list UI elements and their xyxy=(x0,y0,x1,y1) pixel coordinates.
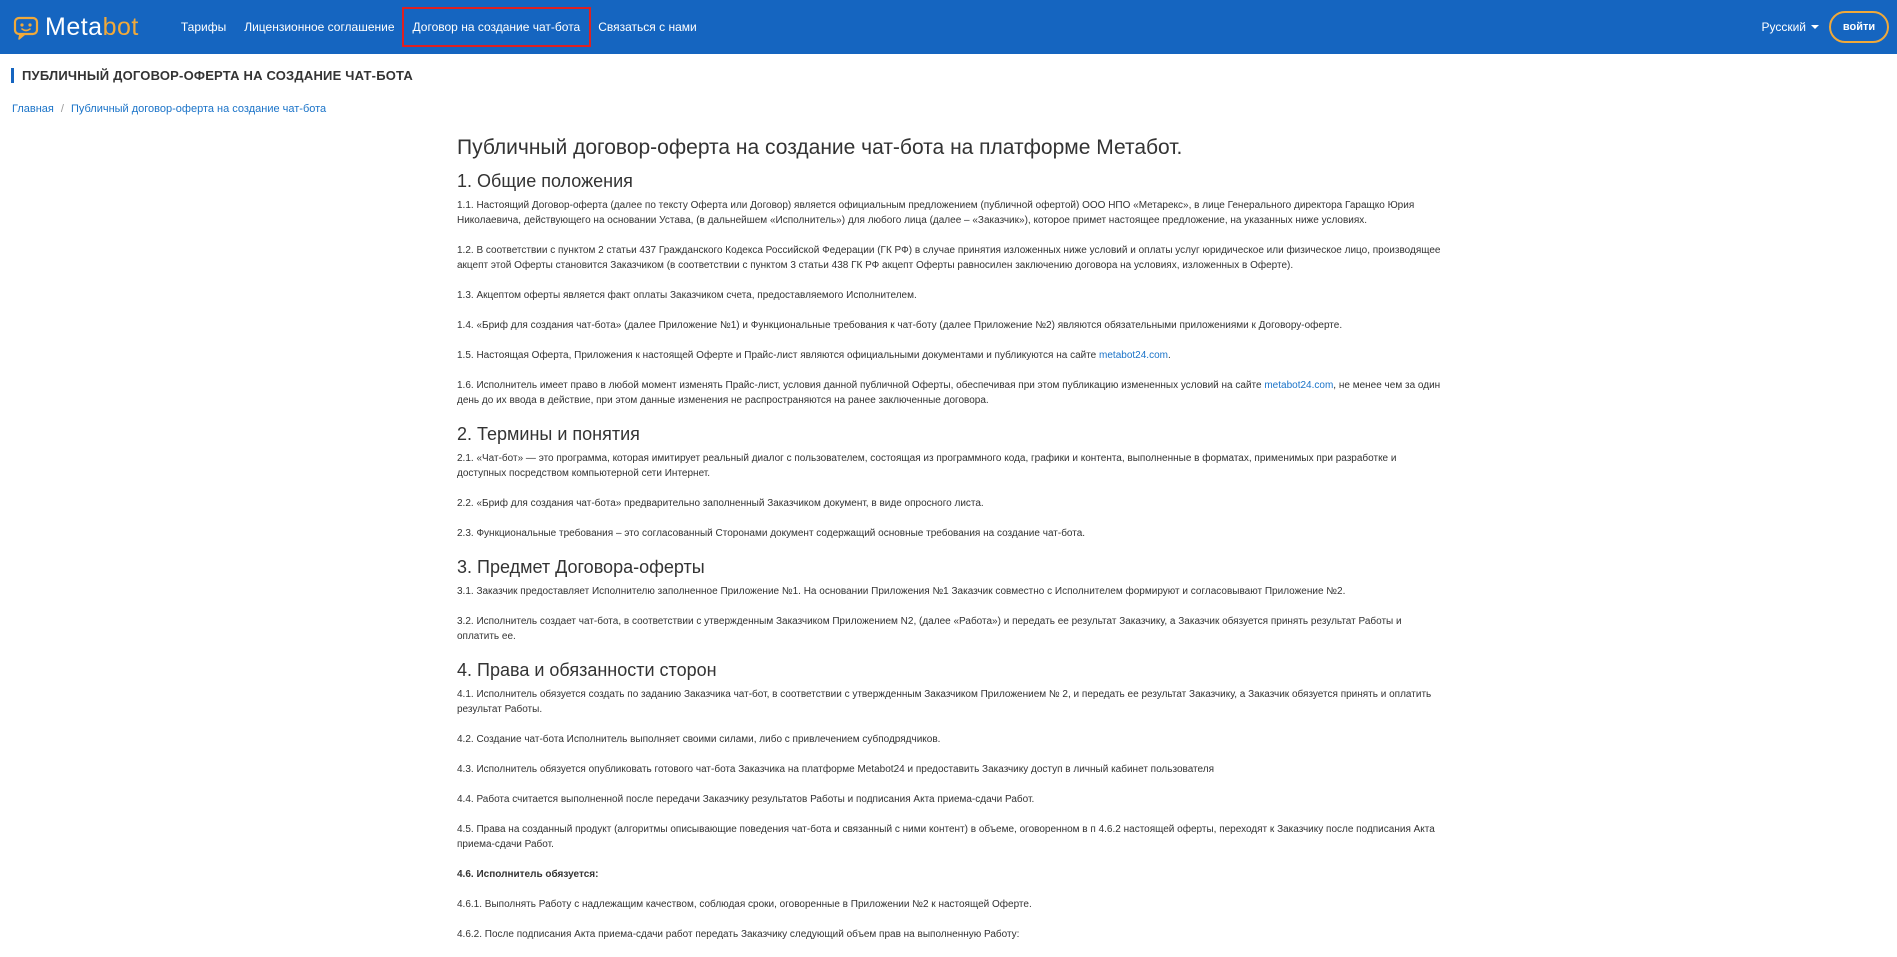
nav-link-license-agreement[interactable]: Лицензионное соглашение xyxy=(235,9,403,45)
breadcrumb-current-link[interactable]: Публичный договор-оферта на создание чат… xyxy=(71,103,326,115)
language-dropdown[interactable]: Русский xyxy=(1761,20,1819,34)
main-nav: Тарифы Лицензионное соглашение Договор н… xyxy=(172,0,706,54)
paragraph: 1.1. Настоящий Договор-оферта (далее по … xyxy=(457,200,1415,226)
nav-link-contact-us[interactable]: Связаться с нами xyxy=(589,9,705,45)
paragraph: 2.1. «Чат-бот» — это программа, которая … xyxy=(457,453,1397,479)
breadcrumb-home-link[interactable]: Главная xyxy=(12,103,54,115)
document-content: Публичный договор-оферта на создание чат… xyxy=(457,134,1445,957)
paragraph: 1.6. Исполнитель имеет право в любой мом… xyxy=(457,380,1441,406)
paragraph: 3.2. Исполнитель создает чат-бота, в соо… xyxy=(457,616,1402,642)
breadcrumb-separator: / xyxy=(60,103,64,115)
nav-link-chatbot-contract[interactable]: Договор на создание чат-бота xyxy=(401,7,592,47)
section-heading: 2. Термины и понятия xyxy=(457,424,640,444)
paragraph: 1.3. Акцептом оферты является факт оплат… xyxy=(457,290,917,301)
paragraph-bold: 4.6. Исполнитель обязуется: xyxy=(457,869,599,880)
nav-link-pricing[interactable]: Тарифы xyxy=(172,9,235,45)
paragraph: 2.3. Функциональные требования – это сог… xyxy=(457,528,1086,539)
paragraph: 4.6.1. Выполнять Работу с надлежащим кач… xyxy=(457,899,1032,910)
paragraph: 3.1. Заказчик предоставляет Исполнителю … xyxy=(457,586,1346,597)
login-button[interactable]: войти xyxy=(1829,11,1889,43)
paragraph: 1.2. В соответствии с пунктом 2 статьи 4… xyxy=(457,245,1441,271)
section-heading: 3. Предмет Договора-оферты xyxy=(457,557,705,577)
paragraph: 4.3. Исполнитель обязуется опубликовать … xyxy=(457,764,1214,775)
metabot24-link[interactable]: metabot24.com xyxy=(1264,380,1333,391)
paragraph: 4.1. Исполнитель обязуется создать по за… xyxy=(457,689,1432,715)
metabot24-link[interactable]: metabot24.com xyxy=(1099,350,1168,361)
paragraph: 1.5. Настоящая Оферта, Приложения к наст… xyxy=(457,350,1171,361)
breadcrumb: Главная / Публичный договор-оферта на со… xyxy=(12,103,326,115)
logo-text: Metabot xyxy=(45,12,139,41)
document-title: Публичный договор-оферта на создание чат… xyxy=(457,136,1183,159)
top-navbar: Metabot Тарифы Лицензионное соглашение Д… xyxy=(0,0,1897,54)
section-heading: 4. Права и обязанности сторон xyxy=(457,660,717,680)
paragraph: 2.2. «Бриф для создания чат-бота» предва… xyxy=(457,498,984,509)
paragraph: 4.5. Права на созданный продукт (алгорит… xyxy=(457,824,1435,850)
metabot-logo[interactable]: Metabot xyxy=(13,0,139,54)
language-label: Русский xyxy=(1761,20,1806,34)
page-title: ПУБЛИЧНЫЙ ДОГОВОР-ОФЕРТА НА СОЗДАНИЕ ЧАТ… xyxy=(11,68,413,83)
section-heading: 1. Общие положения xyxy=(457,171,633,191)
paragraph: 4.2. Создание чат-бота Исполнитель выпол… xyxy=(457,734,941,745)
nav-right: Русский войти xyxy=(1761,0,1889,54)
paragraph: 4.6.2. После подписания Акта приема-сдач… xyxy=(457,929,1020,940)
paragraph: 4.4. Работа считается выполненной после … xyxy=(457,794,1035,805)
caret-down-icon xyxy=(1811,25,1819,29)
paragraph: 1.4. «Бриф для создания чат-бота» (далее… xyxy=(457,320,1343,331)
chat-bot-logo-icon xyxy=(13,16,39,40)
